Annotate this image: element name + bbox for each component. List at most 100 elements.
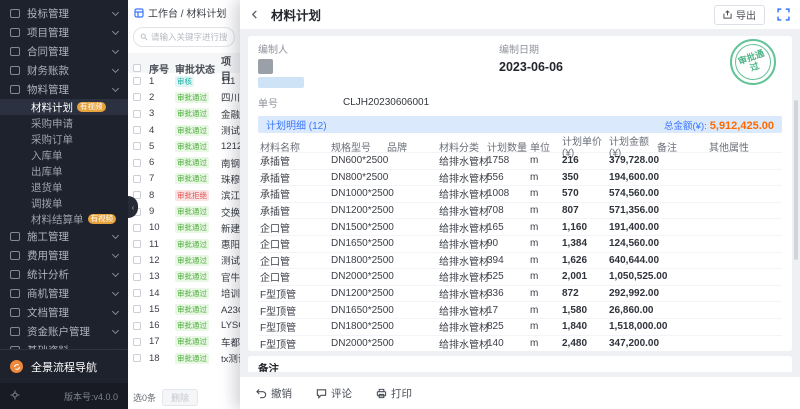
row-checkbox[interactable] — [133, 175, 141, 183]
sidebar-item-label: 商机管理 — [27, 286, 69, 301]
sidebar-item[interactable]: 合同管理 — [0, 42, 128, 61]
select-all-checkbox[interactable] — [133, 64, 141, 72]
list-row[interactable]: 2 审批通过 四川市政项 — [128, 89, 240, 105]
list-row[interactable]: 9 审批通过 交换机 — [128, 203, 240, 219]
comment-button[interactable]: 评论 — [316, 386, 352, 401]
sidebar-item[interactable]: 财务账款 — [0, 61, 128, 80]
cell-category: 给排水管材 — [439, 153, 487, 168]
row-checkbox[interactable] — [133, 273, 141, 281]
cell-amount: 1,518,000.00 — [609, 321, 657, 332]
row-checkbox[interactable] — [133, 240, 141, 248]
list-row[interactable]: 8 审批拒绝 滨江花城10 — [128, 187, 240, 203]
detail-table-header: 材料名称 规格型号 品牌 材料分类 计划数量 单位 计划单价(¥) 计划金额(¥… — [258, 133, 782, 152]
list-row[interactable]: 12 审批通过 测试三环路 — [128, 252, 240, 268]
cell-unit: m — [530, 172, 562, 183]
cell-spec: DN600*2500 — [331, 155, 387, 166]
row-no: 9 — [149, 206, 175, 217]
list-row[interactable]: 15 审批通过 A23G2511测 — [128, 301, 240, 317]
sidebar-item[interactable]: 调拨单 — [0, 195, 128, 211]
sidebar-item[interactable]: 材料结算单 有视频 — [0, 211, 128, 227]
sidebar-item[interactable]: 物料管理 — [0, 80, 128, 99]
sidebar-item[interactable]: 商机管理 — [0, 284, 128, 303]
sidebar-item[interactable]: 资金账户管理 — [0, 322, 128, 341]
sidebar-item[interactable]: 投标管理 — [0, 4, 128, 23]
search-input[interactable] — [151, 32, 228, 42]
list-row[interactable]: 5 审批通过 1212 — [128, 138, 240, 154]
list-row[interactable]: 17 审批通过 车都大厦 — [128, 334, 240, 350]
delete-button[interactable]: 删除 — [162, 389, 198, 406]
avatar — [258, 59, 273, 74]
list-row[interactable]: 4 审批通过 测试1 — [128, 122, 240, 138]
sidebar-item[interactable]: 退货单 — [0, 179, 128, 195]
row-checkbox[interactable] — [133, 142, 141, 150]
cell-spec: DN2000*2500 — [331, 271, 387, 282]
list-row[interactable]: 1 审核 111 — [128, 73, 240, 89]
remark-label: 备注 — [258, 361, 782, 372]
row-no: 3 — [149, 108, 175, 119]
list-row[interactable]: 7 审批通过 珠穆朗玛峰 — [128, 171, 240, 187]
row-project: 四川市政项 — [221, 90, 240, 104]
list-row[interactable]: 16 审批通过 LYSC — [128, 317, 240, 333]
status-badge: 审批通过 — [175, 92, 209, 103]
chevron-down-icon — [112, 269, 119, 276]
sidebar-item[interactable]: 项目管理 — [0, 23, 128, 42]
sidebar-item[interactable]: 出库单 — [0, 163, 128, 179]
settings-gear-icon[interactable] — [10, 390, 20, 402]
row-checkbox[interactable] — [133, 77, 141, 85]
row-checkbox[interactable] — [133, 224, 141, 232]
list-row[interactable]: 14 审批通过 培训425 — [128, 285, 240, 301]
row-checkbox[interactable] — [133, 159, 141, 167]
row-checkbox[interactable] — [133, 338, 141, 346]
breadcrumb[interactable]: 工作台 / 材料计划 — [128, 0, 240, 25]
list-row[interactable]: 18 审批通过 tx测试2 — [128, 350, 240, 366]
sidebar-item[interactable]: 费用管理 — [0, 246, 128, 265]
row-checkbox[interactable] — [133, 354, 141, 362]
list-row[interactable]: 11 审批通过 惠阳项目 — [128, 236, 240, 252]
cell-name: 企口管 — [260, 220, 331, 235]
list-row[interactable]: 3 审批通过 金融大厦采 — [128, 106, 240, 122]
process-nav-label: 全景流程导航 — [31, 359, 97, 375]
row-no: 15 — [149, 304, 175, 315]
chevron-down-icon — [112, 231, 119, 238]
export-button[interactable]: 导出 — [714, 5, 765, 25]
revoke-button[interactable]: 撤销 — [256, 386, 292, 401]
sidebar-item[interactable]: 施工管理 — [0, 227, 128, 246]
cell-amount: 571,356.00 — [609, 205, 657, 216]
status-badge: 审批通过 — [175, 239, 209, 250]
row-checkbox[interactable] — [133, 256, 141, 264]
drawer-scrollbar[interactable] — [794, 100, 798, 260]
row-no: 8 — [149, 190, 175, 201]
row-project: 官牛牛 — [221, 270, 240, 284]
row-checkbox[interactable] — [133, 110, 141, 118]
total-label: 总金额(¥): — [664, 118, 707, 132]
sidebar-item[interactable]: 采购订单 — [0, 131, 128, 147]
status-badge: 审批通过 — [175, 271, 209, 282]
sidebar-item[interactable]: 材料计划 有视频 — [0, 99, 128, 115]
row-checkbox[interactable] — [133, 305, 141, 313]
sidebar-item[interactable]: 基础资料 — [0, 341, 128, 349]
list-row[interactable]: 10 审批通过 新建工程-刘 — [128, 220, 240, 236]
row-checkbox[interactable] — [133, 93, 141, 101]
sidebar-item[interactable]: 文档管理 — [0, 303, 128, 322]
row-checkbox[interactable] — [133, 126, 141, 134]
print-button[interactable]: 打印 — [376, 386, 412, 401]
process-nav-bar[interactable]: 全景流程导航 — [0, 349, 128, 383]
drawer-title: 材料计划 — [271, 5, 321, 24]
back-icon[interactable] — [250, 10, 259, 19]
cell-unit: m — [530, 222, 562, 233]
list-row[interactable]: 6 审批通过 南钢盛达大 — [128, 154, 240, 170]
cell-name: 承插管 — [260, 186, 331, 201]
sidebar-item[interactable]: 统计分析 — [0, 265, 128, 284]
search-box[interactable] — [133, 27, 235, 47]
cell-spec: DN1650*2500 — [331, 305, 387, 316]
list-row[interactable]: 13 审批通过 官牛牛 — [128, 269, 240, 285]
cell-price: 872 — [562, 288, 609, 299]
row-checkbox[interactable] — [133, 289, 141, 297]
table-row: 承插管 DN1000*2500 给排水管材 1008 m 570 574,560… — [258, 185, 782, 202]
cell-qty: 165 — [487, 222, 530, 233]
sidebar-item[interactable]: 采购申请 — [0, 115, 128, 131]
sidebar-item-label: 文档管理 — [27, 305, 69, 320]
row-checkbox[interactable] — [133, 322, 141, 330]
fullscreen-icon[interactable] — [777, 8, 790, 21]
sidebar-item[interactable]: 入库单 — [0, 147, 128, 163]
